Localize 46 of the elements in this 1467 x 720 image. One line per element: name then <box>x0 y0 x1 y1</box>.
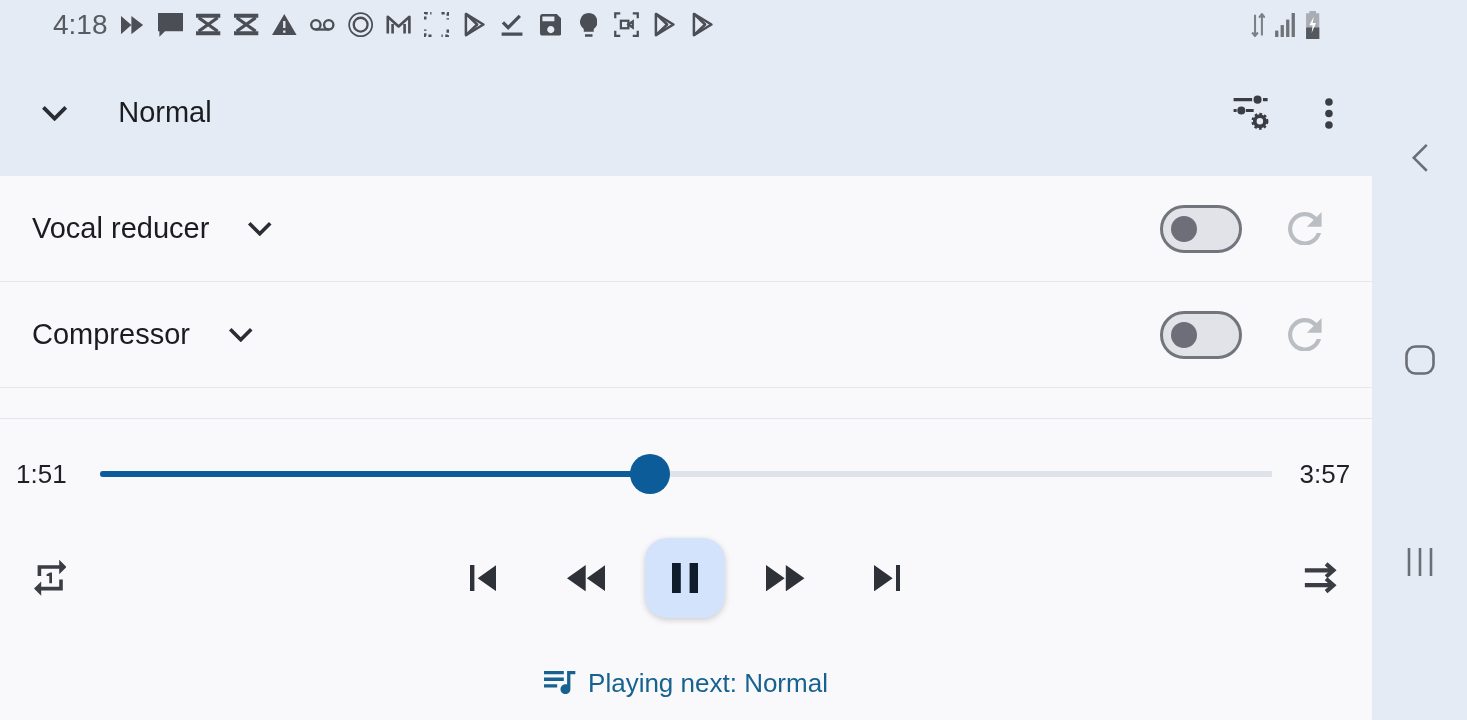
rewind-icon[interactable] <box>566 564 606 592</box>
toggle-switch[interactable] <box>1160 204 1243 253</box>
save-icon <box>539 14 562 36</box>
lightbulb-icon <box>579 13 598 37</box>
fast-forward-icon[interactable] <box>766 564 805 592</box>
home-icon[interactable] <box>1404 344 1435 375</box>
skip-next-icon[interactable] <box>873 564 901 592</box>
data-arrows-icon <box>1250 12 1265 38</box>
chevron-down-icon[interactable] <box>227 327 254 342</box>
corner-frame-icon <box>424 12 449 38</box>
effect-label: Vocal reducer <box>32 210 210 246</box>
play-outline-icon <box>653 12 676 38</box>
effect-label: Compressor <box>32 316 190 352</box>
screen-record-icon <box>614 12 639 38</box>
two-arrows-icon[interactable] <box>1303 562 1338 594</box>
voicemail-icon <box>310 19 335 31</box>
chat-bubble-icon <box>157 13 184 37</box>
skip-previous-icon[interactable] <box>470 564 496 592</box>
crossed-bars-icon <box>234 13 259 37</box>
double-triangle-icon <box>121 15 144 35</box>
preset-title: Normal <box>118 95 212 131</box>
up-next-link[interactable]: Playing next: Normal <box>588 663 828 703</box>
warning-icon <box>272 14 297 36</box>
toggle-switch[interactable] <box>1160 310 1243 359</box>
sliders-gear-icon[interactable] <box>1231 95 1270 131</box>
repeat-one-icon[interactable] <box>34 558 67 598</box>
play-outline-icon <box>691 12 714 38</box>
elapsed-time: 1:51 <box>16 457 67 491</box>
music-list-icon <box>544 671 578 695</box>
seek-thumb[interactable] <box>630 454 671 494</box>
status-time: 4:18 <box>53 11 108 39</box>
recents-icon[interactable] <box>1405 546 1434 577</box>
pause-button[interactable] <box>645 538 726 618</box>
signal-icon <box>1273 12 1296 38</box>
check-underline-icon <box>501 13 524 37</box>
chevron-down-icon[interactable] <box>41 105 69 121</box>
play-outline-icon <box>463 12 486 38</box>
chevron-down-icon[interactable] <box>247 221 273 236</box>
m-logo-icon <box>385 14 412 36</box>
crossed-bars-icon <box>196 13 221 37</box>
duration-time: 3:57 <box>1299 457 1351 491</box>
back-icon[interactable] <box>1410 143 1429 173</box>
round-badge-icon <box>347 12 374 38</box>
more-options-icon[interactable] <box>1325 97 1333 129</box>
pause-icon <box>672 562 699 594</box>
battery-icon <box>1304 10 1320 40</box>
